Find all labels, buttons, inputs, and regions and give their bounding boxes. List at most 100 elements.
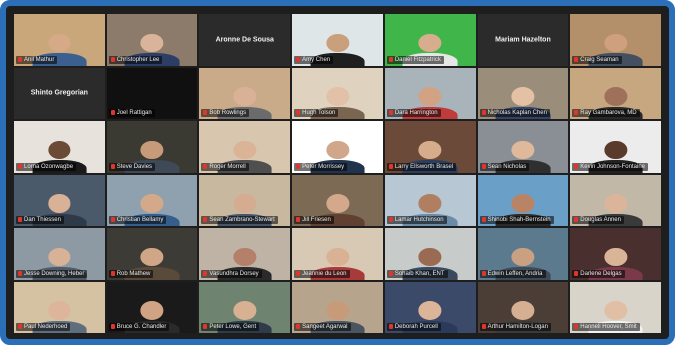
participant-tile[interactable]: Sangeet Agarwal: [292, 281, 383, 333]
participant-name-center: Aronne De Sousa: [215, 36, 274, 44]
participant-name-label: Kevin Johnson-Fontaine: [572, 162, 648, 171]
zoom-gallery-window: Anil Mathur Christopher Lee Aronne De Sous…: [0, 0, 675, 345]
participant-face: [47, 247, 71, 267]
mic-muted-icon: [388, 110, 393, 115]
participant-name: Douglas Annen: [580, 217, 621, 223]
participant-tile[interactable]: Amy Chen: [292, 14, 383, 66]
participant-name-label: Hanneli Hoover, Smit: [572, 323, 640, 331]
mic-muted-icon: [203, 163, 208, 169]
participant-name-label: Lorna Ozonwagbe: [16, 162, 77, 171]
participant-tile[interactable]: Edwin Leffen, Andria: [477, 228, 569, 280]
participant-name: Christopher Lee: [116, 56, 160, 63]
participant-tile[interactable]: Sean Zambrano-Stewart: [199, 174, 291, 226]
participant-name-label: Peter Lowe, Gent: [201, 323, 260, 331]
participant-face: [233, 87, 257, 106]
participant-name: Nicholas Kaplan Chen: [487, 110, 547, 116]
participant-face: [326, 194, 349, 213]
participant-tile[interactable]: Jill Friesen: [292, 174, 383, 226]
mic-muted-icon: [388, 270, 393, 276]
participant-tile[interactable]: Darlene Delgas: [570, 228, 661, 280]
participant-tile[interactable]: Daniel Fitzpatrick: [384, 14, 476, 66]
participant-name: Sangeet Agarwal: [302, 324, 348, 330]
participant-face: [326, 140, 349, 160]
participant-face: [326, 33, 349, 53]
participant-name-label: Larry Ellsworth Brasel: [386, 162, 457, 171]
participant-tile[interactable]: Bruce G. Chandler: [106, 281, 198, 333]
participant-face: [140, 194, 164, 213]
participant-name-label: Jill Friesen: [294, 216, 334, 224]
participant-tile[interactable]: Ray Gambarova, MD: [570, 67, 661, 119]
participant-name-label: Joel Rattigan: [108, 109, 155, 117]
participant-tile[interactable]: Dara Harrington: [384, 67, 476, 119]
participant-tile[interactable]: Peter Morrissey: [292, 121, 383, 173]
participant-name-label: Dan Thiessen: [16, 216, 64, 224]
participant-tile[interactable]: Rob Mathew: [106, 228, 198, 280]
mic-muted-icon: [574, 110, 579, 115]
participant-name-label: Bruce G. Chandler: [108, 323, 170, 331]
participant-tile[interactable]: Arthur Hamilton-Logan: [477, 281, 569, 333]
mic-muted-icon: [296, 270, 301, 276]
participant-name-label: Shinobi Shah-Bernstein: [479, 216, 554, 224]
participant-tile[interactable]: Hugh Tolson: [292, 67, 383, 119]
participant-name: Edwin Leffen, Andria: [487, 270, 543, 277]
participant-tile[interactable]: Vasundhra Dorsey: [199, 228, 291, 280]
participant-tile[interactable]: Lorna Ozonwagbe: [14, 121, 105, 173]
participant-tile[interactable]: Deborah Purcell: [384, 281, 476, 333]
participant-name-label: Bob Rowlings: [201, 109, 250, 117]
mic-muted-icon: [296, 163, 301, 169]
participant-tile[interactable]: Roger Morrell: [199, 121, 291, 173]
participant-face: [233, 140, 257, 160]
mic-muted-icon: [203, 324, 208, 329]
participant-tile[interactable]: Shinobi Shah-Bernstein: [477, 174, 569, 226]
participant-face: [511, 247, 535, 267]
participant-tile[interactable]: Dan Thiessen: [14, 174, 105, 226]
participant-tile[interactable]: Joel Rattigan: [106, 67, 198, 119]
participant-tile[interactable]: Shinto Gregorian: [14, 67, 105, 119]
participant-name-label: Ray Gambarova, MD: [572, 109, 640, 117]
participant-tile[interactable]: Jeannie du Leon: [292, 228, 383, 280]
participant-tile[interactable]: Peter Lowe, Gent: [199, 281, 291, 333]
participant-face: [511, 301, 535, 320]
participant-name-label: Craig Seaman: [572, 55, 622, 64]
participant-tile[interactable]: Nicholas Kaplan Chen: [477, 67, 569, 119]
participant-tile[interactable]: Craig Seaman: [570, 14, 661, 66]
participant-tile[interactable]: Sohaib Khan, ENT: [384, 228, 476, 280]
participant-tile[interactable]: Hanneli Hoover, Smit: [570, 281, 661, 333]
participant-face: [233, 301, 257, 320]
participant-tile[interactable]: Larry Ellsworth Brasel: [384, 121, 476, 173]
mic-muted-icon: [18, 270, 22, 276]
participant-face: [604, 247, 628, 267]
participant-tile[interactable]: Aronne De Sousa: [199, 14, 291, 66]
participant-face: [604, 33, 628, 53]
participant-name: Jill Friesen: [302, 217, 331, 223]
participant-name-label: Douglas Annen: [572, 216, 624, 224]
participant-tile[interactable]: Christian Bellamy: [106, 174, 198, 226]
mic-muted-icon: [388, 217, 393, 222]
participant-tile[interactable]: Lamar Hutchinson: [384, 174, 476, 226]
participant-tile[interactable]: Christopher Lee: [106, 14, 198, 66]
mic-muted-icon: [203, 110, 208, 115]
participant-tile[interactable]: Mariam Hazelton: [477, 14, 569, 66]
participant-tile[interactable]: Jesse Downing, Heber: [14, 228, 105, 280]
participant-name-label: Sangeet Agarwal: [294, 323, 351, 331]
participant-face: [604, 194, 628, 213]
mic-muted-icon: [574, 324, 579, 329]
participant-tile[interactable]: Anil Mathur: [14, 14, 105, 66]
participant-face: [511, 194, 535, 213]
participant-tile[interactable]: Kevin Johnson-Fontaine: [570, 121, 661, 173]
participant-name-label: Sean Zambrano-Stewart: [201, 216, 278, 224]
mic-muted-icon: [296, 110, 301, 115]
participant-name: Lorna Ozonwagbe: [24, 163, 74, 170]
participant-tile[interactable]: Paul Nederhoed: [14, 281, 105, 333]
participant-face: [47, 194, 71, 213]
participant-name: Dara Harrington: [394, 110, 438, 116]
participant-name-label: Amy Chen: [294, 55, 334, 64]
participant-tile[interactable]: Steve Davies: [106, 121, 198, 173]
mic-muted-icon: [18, 217, 22, 222]
participant-tile[interactable]: Bob Rowlings: [199, 67, 291, 119]
participant-tile[interactable]: Douglas Annen: [570, 174, 661, 226]
participant-tile[interactable]: Sean Nicholas: [477, 121, 569, 173]
mic-muted-icon: [574, 270, 579, 276]
participant-name-label: Deborah Purcell: [386, 323, 441, 331]
participant-name-label: Anil Mathur: [16, 55, 58, 64]
